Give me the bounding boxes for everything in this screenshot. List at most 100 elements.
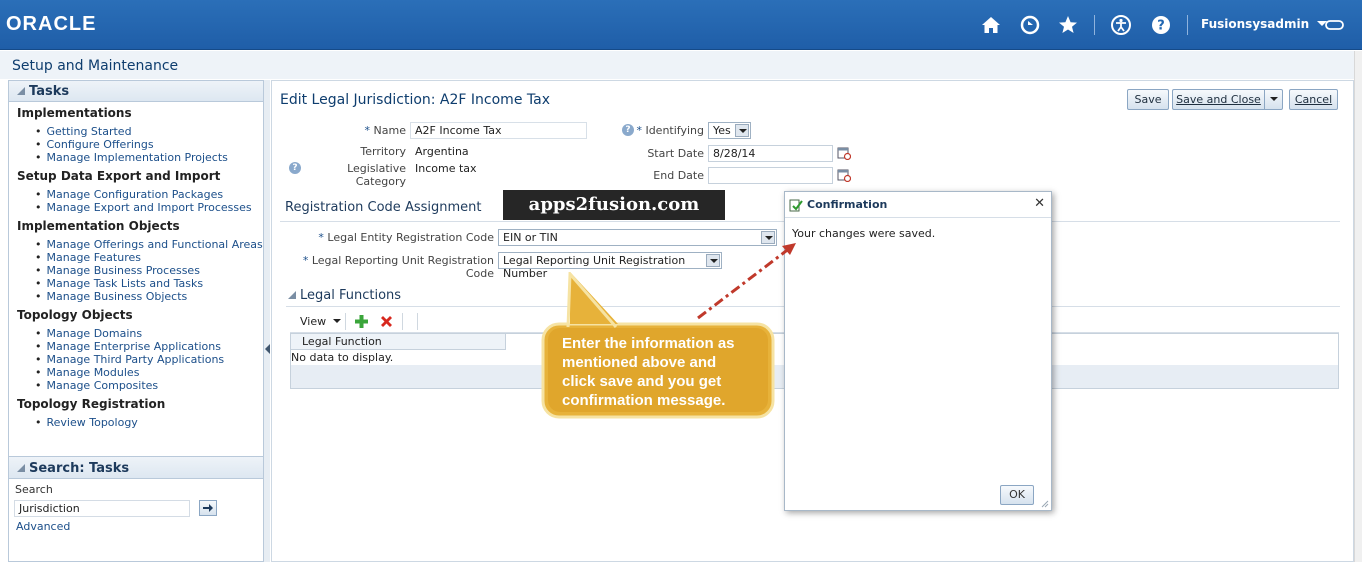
legislative-category-label: Legislative Category <box>347 162 406 188</box>
header-separator <box>1094 15 1095 35</box>
callout-line: click save and you get <box>562 373 722 390</box>
task-group-title: Implementation Objects <box>17 219 180 233</box>
empty-table-message: No data to display. <box>291 351 394 364</box>
search-tasks-panel: Search: Tasks Search Jurisdiction Advanc… <box>8 456 264 562</box>
view-label: View <box>300 315 327 328</box>
task-link[interactable]: Getting Started <box>9 125 263 138</box>
task-group-title: Implementations <box>17 106 132 120</box>
calendar-icon[interactable] <box>837 146 851 160</box>
task-link[interactable]: Manage Domains <box>9 327 263 340</box>
task-group-title: Topology Registration <box>17 397 166 411</box>
title-band: Setup and Maintenance <box>0 51 1362 79</box>
name-field[interactable]: A2F Income Tax <box>410 122 587 139</box>
task-link[interactable]: Manage Implementation Projects <box>9 151 263 164</box>
name-label-text: Name <box>373 124 406 137</box>
task-link[interactable]: Manage Enterprise Applications <box>9 340 263 353</box>
dialog-title: Confirmation <box>785 192 1051 218</box>
task-link[interactable]: Manage Task Lists and Tasks <box>9 277 263 290</box>
legal-functions-title[interactable]: Legal Functions <box>288 288 401 303</box>
search-label: Search <box>15 483 53 496</box>
task-link[interactable]: Manage Features <box>9 251 263 264</box>
task-link[interactable]: Manage Modules <box>9 366 263 379</box>
task-link[interactable]: Manage Configuration Packages <box>9 188 263 201</box>
page-scrollbar[interactable] <box>1354 51 1362 562</box>
end-date-label: End Date <box>653 169 704 182</box>
delete-icon[interactable] <box>379 314 394 329</box>
calendar-icon[interactable] <box>837 168 851 182</box>
sign-out-icon[interactable] <box>1324 17 1346 33</box>
column-header-legal-function[interactable]: Legal Function <box>291 334 506 350</box>
chevron-down-icon <box>735 124 749 137</box>
task-link[interactable]: Manage Composites <box>9 379 263 392</box>
header-separator <box>1187 15 1188 35</box>
required-icon: * <box>364 124 374 137</box>
start-date-field[interactable]: 8/28/14 <box>708 145 833 162</box>
legal-reporting-unit-select[interactable]: Legal Reporting Unit Registration Number <box>498 252 722 280</box>
tasks-panel-header[interactable]: Tasks <box>9 81 263 102</box>
legal-functions-title-text: Legal Functions <box>300 288 402 303</box>
identifying-select[interactable]: Yes <box>708 122 751 139</box>
close-icon[interactable]: ✕ <box>1034 196 1045 211</box>
identifying-value: Yes <box>713 124 731 137</box>
legislative-category-value: Income tax <box>415 162 477 175</box>
save-and-close-button[interactable]: Save and Close <box>1172 89 1264 110</box>
arrow-right-icon <box>203 504 213 512</box>
help-icon[interactable]: ? <box>1150 14 1172 36</box>
identifying-label-text: Identifying <box>645 124 704 137</box>
save-button[interactable]: Save <box>1127 89 1169 110</box>
collapse-icon <box>288 291 296 299</box>
task-link[interactable]: Manage Business Objects <box>9 290 263 303</box>
ok-button[interactable]: OK <box>1000 485 1034 505</box>
search-panel-header[interactable]: Search: Tasks <box>9 457 263 479</box>
task-link[interactable]: Manage Business Processes <box>9 264 263 277</box>
task-link[interactable]: Manage Export and Import Processes <box>9 201 263 214</box>
legal-entity-reg-label: * Legal Entity Registration Code <box>290 231 494 244</box>
cancel-button[interactable]: Cancel <box>1289 89 1338 110</box>
panel-splitter[interactable] <box>264 80 270 562</box>
task-link[interactable]: Manage Offerings and Functional Areas <box>9 238 263 251</box>
legal-reporting-unit-label-text: Legal Reporting Unit Registration Code <box>311 254 494 280</box>
accessibility-icon[interactable] <box>1110 14 1132 36</box>
callout-line: mentioned above and <box>562 354 717 371</box>
toolbar-separator <box>417 313 418 330</box>
end-date-field[interactable] <box>708 167 833 184</box>
help-icon[interactable]: ? <box>622 124 634 136</box>
chevron-down-icon <box>1269 97 1278 101</box>
oracle-logo: ORACLE <box>6 13 97 35</box>
legal-entity-reg-label-text: Legal Entity Registration Code <box>327 231 494 244</box>
task-link[interactable]: Review Topology <box>9 416 263 429</box>
territory-value: Argentina <box>415 145 469 158</box>
start-date-label: Start Date <box>647 147 704 160</box>
name-label: * Name <box>330 124 406 137</box>
add-icon[interactable] <box>354 314 369 329</box>
legal-entity-reg-value: EIN or TIN <box>503 231 558 244</box>
callout-line: confirmation message. <box>562 392 726 409</box>
callout-text: Enter the information as mentioned above… <box>562 334 762 410</box>
save-options-button[interactable] <box>1264 89 1283 110</box>
tasks-title: Tasks <box>29 84 70 99</box>
svg-text:?: ? <box>1157 19 1165 34</box>
favorites-icon[interactable] <box>1057 14 1079 36</box>
task-group-title: Setup Data Export and Import <box>17 169 221 183</box>
legal-reporting-unit-label: * Legal Reporting Unit Registration Code <box>290 254 494 280</box>
view-menu[interactable]: View <box>300 315 341 328</box>
user-name: Fusionsysadmin <box>1201 17 1310 31</box>
task-link[interactable]: Manage Third Party Applications <box>9 353 263 366</box>
navigator-icon[interactable] <box>1019 14 1041 36</box>
search-go-button[interactable] <box>199 500 217 516</box>
user-menu[interactable]: Fusionsysadmin <box>1201 17 1328 31</box>
chevron-down-icon <box>332 319 341 323</box>
task-link[interactable]: Configure Offerings <box>9 138 263 151</box>
resize-handle-icon[interactable] <box>1040 499 1049 508</box>
toolbar-separator <box>345 313 346 330</box>
home-icon[interactable] <box>980 14 1002 36</box>
global-header: ORACLE ? Fusionsysadmin <box>0 0 1362 50</box>
confirmation-icon <box>789 199 803 212</box>
advanced-search-link[interactable]: Advanced <box>16 520 70 533</box>
search-title: Search: Tasks <box>29 461 130 476</box>
task-group-title: Topology Objects <box>17 308 133 322</box>
collapse-panel-icon[interactable] <box>265 344 270 354</box>
annotation-arrow <box>697 243 796 320</box>
search-input[interactable]: Jurisdiction <box>14 500 190 517</box>
watermark-banner: apps2fusion.com <box>503 190 725 220</box>
